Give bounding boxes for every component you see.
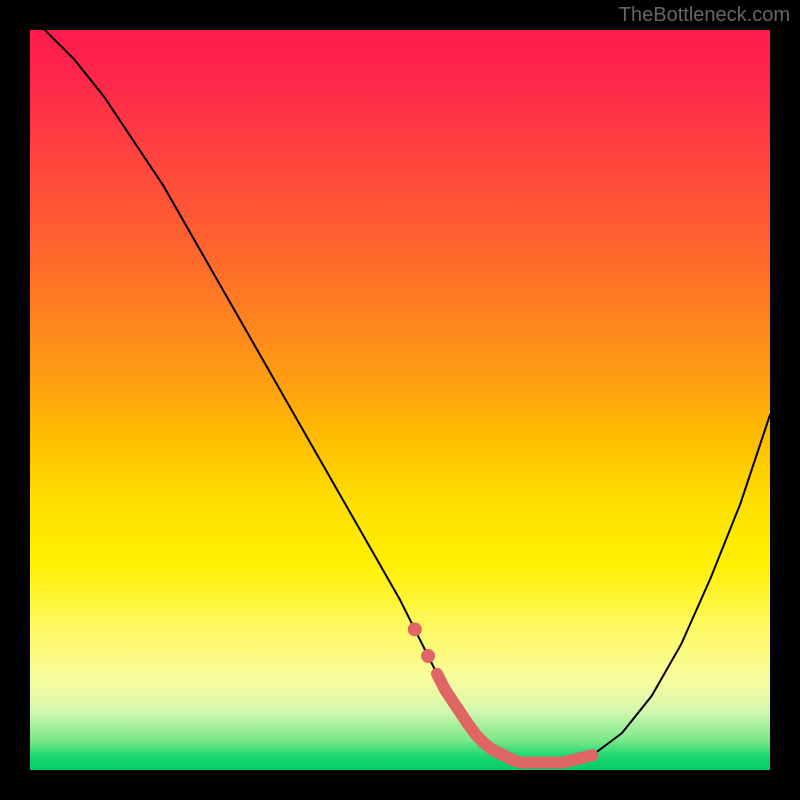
optimal-zone-highlight	[437, 674, 592, 763]
highlight-dot-1	[408, 622, 422, 636]
watermark-text: TheBottleneck.com	[619, 4, 790, 27]
curve-group	[45, 30, 770, 763]
bottleneck-chart	[30, 30, 770, 770]
highlight-dot-2	[421, 649, 435, 663]
bottleneck-curve-line	[45, 30, 770, 763]
